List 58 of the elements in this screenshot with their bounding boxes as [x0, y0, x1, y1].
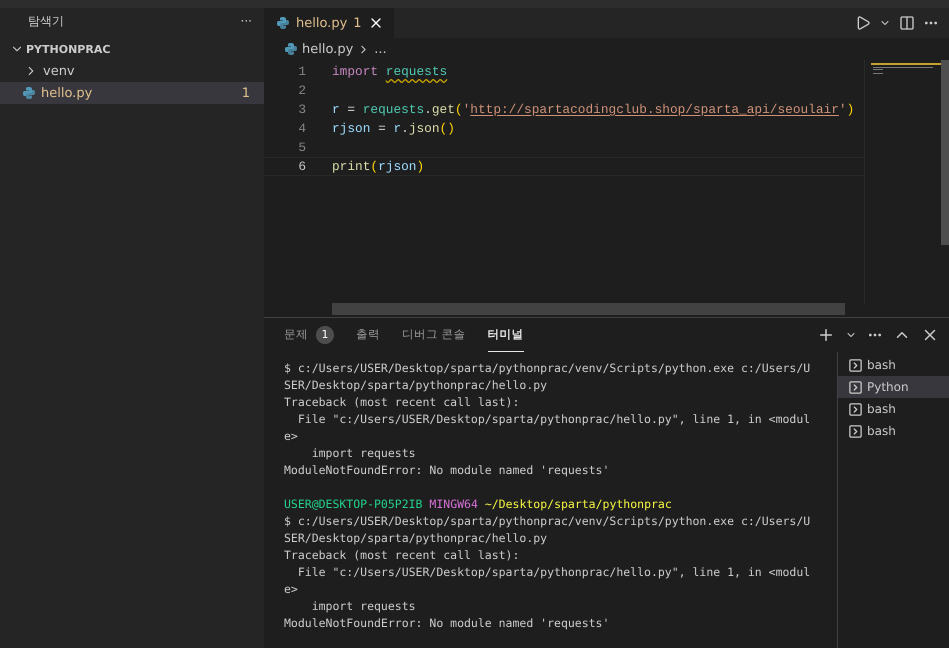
terminal-line: $ c:/Users/USER/Desktop/sparta/pythonprac/venv/Scripts/python.exe c:/Users/U: [284, 514, 810, 528]
terminal-line: e>: [284, 582, 298, 596]
problem-count: 1: [353, 16, 362, 30]
more-button[interactable]: ···: [240, 14, 252, 28]
terminal-line: ModuleNotFoundError: No module named 'requests': [284, 463, 610, 477]
terminal-icon: [848, 424, 863, 438]
problem-count: 1: [316, 326, 334, 344]
terminal-icon: [848, 380, 863, 394]
code-line: print(rjson): [332, 159, 424, 174]
terminal-line: File "c:/Users/USER/Desktop/sparta/pythonprac/hello.py", line 1, in <modul: [296, 412, 810, 426]
file-tree-item[interactable]: venv: [0, 60, 264, 82]
terminal-line: import requests: [310, 446, 416, 460]
python-icon: [22, 86, 36, 100]
terminal-icon: [848, 358, 863, 372]
terminal-item[interactable]: bash: [838, 420, 949, 442]
panel-tab[interactable]: 문제 1: [284, 318, 334, 352]
code-line: rjson = r.json(): [332, 121, 455, 136]
line-number: 2: [297, 83, 307, 98]
line-number: 6: [297, 159, 307, 174]
prompt-user: USER@DESKTOP-P05P2IB: [284, 497, 422, 511]
terminal-item[interactable]: bash: [838, 354, 949, 376]
problem-count: 1: [242, 86, 250, 100]
sidebar-title: 탐색기: [28, 12, 64, 30]
terminal-item[interactable]: Python: [838, 376, 949, 398]
terminal-line: $ c:/Users/USER/Desktop/sparta/pythonprac/venv/Scripts/python.exe c:/Users/U: [284, 361, 810, 375]
panel-tab[interactable]: 출력: [356, 318, 380, 352]
add-icon[interactable]: [817, 326, 835, 344]
breadcrumb-more[interactable]: ...: [374, 42, 387, 56]
terminal-line: SER/Desktop/sparta/pythonprac/hello.py: [284, 531, 548, 545]
breadcrumb-file[interactable]: hello.py: [302, 42, 354, 56]
terminal-line: ModuleNotFoundError: No module named 'requests': [284, 616, 610, 630]
terminal-line: SER/Desktop/sparta/pythonprac/hello.py: [284, 378, 548, 392]
terminal-item[interactable]: bash: [838, 398, 949, 420]
terminal-line: e>: [284, 429, 298, 443]
folder-row[interactable]: PYTHONPRAC: [0, 38, 264, 60]
line-number: 5: [297, 140, 307, 155]
terminal-line: import requests: [310, 599, 416, 613]
python-icon: [284, 42, 298, 56]
prompt-system: MINGW64: [429, 497, 478, 511]
terminal-line: Traceback (most recent call last):: [284, 548, 520, 562]
code-line: import requests: [332, 64, 448, 79]
line-number: 4: [297, 121, 307, 136]
run-icon[interactable]: [855, 15, 871, 31]
split-editor-icon[interactable]: [899, 15, 915, 31]
file-tree-item[interactable]: hello.py 1: [0, 82, 264, 104]
terminal-line: File "c:/Users/USER/Desktop/sparta/pythonprac/hello.py", line 1, in <modul: [296, 565, 810, 579]
line-number: 3: [297, 102, 307, 117]
panel-tab[interactable]: 터미널: [488, 318, 524, 352]
scrollbar[interactable]: [941, 60, 949, 245]
panel-tab[interactable]: 디버그 콘솔: [402, 318, 466, 352]
terminal-icon: [848, 402, 863, 416]
code-line: r = requests.get('http://spartacodingclub.shop/sparta_api/seoulair'): [332, 102, 854, 117]
editor-tab[interactable]: hello.py 1: [264, 8, 394, 38]
python-icon: [276, 16, 290, 30]
terminal-line: Traceback (most recent call last):: [284, 395, 520, 409]
prompt-path: ~/Desktop/sparta/pythonprac: [484, 497, 672, 511]
scrollbar[interactable]: [332, 303, 845, 315]
line-number: 1: [297, 64, 307, 79]
